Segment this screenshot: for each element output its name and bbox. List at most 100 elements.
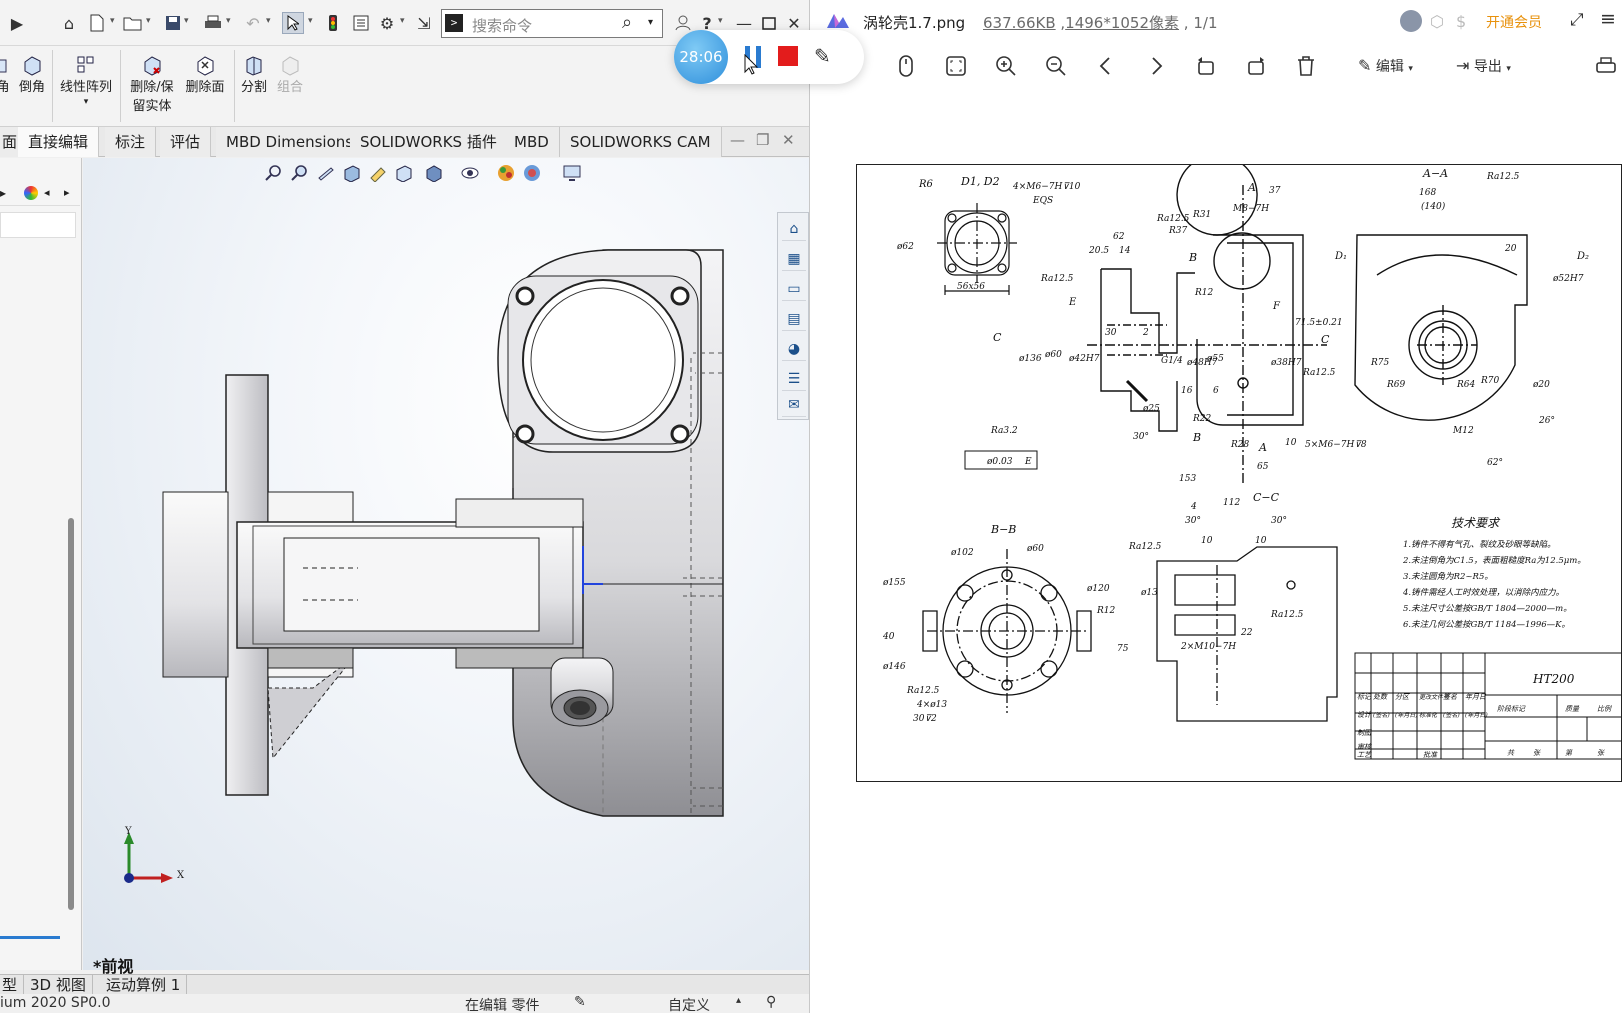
doc-restore-icon[interactable]: ❐ (756, 131, 769, 149)
rebuild-icon[interactable]: ✎ (574, 994, 586, 1010)
print-icon[interactable] (1594, 54, 1618, 78)
chevron-down-icon[interactable]: ▾ (146, 16, 151, 26)
chevron-down-icon[interactable]: ▾ (266, 16, 271, 26)
home-icon[interactable]: ⌂ (782, 217, 806, 241)
forum-icon[interactable]: ✉ (782, 393, 806, 417)
linear-pattern-icon (77, 56, 94, 73)
delete-face-button[interactable]: 删除面 (182, 54, 228, 97)
view-orientation-icon[interactable] (395, 164, 413, 183)
export-button[interactable]: ⇥ 导出 ▾ (1456, 56, 1511, 76)
tab-solidworks-addins[interactable]: SOLIDWORKS 插件 (350, 127, 508, 157)
tab-mbd[interactable]: MBD (504, 127, 560, 157)
chevron-up-icon[interactable]: ▴ (736, 995, 741, 1006)
doc-close-icon[interactable]: ✕ (782, 131, 795, 149)
combine-label: 组合 (276, 80, 303, 95)
tree-filter-box[interactable] (0, 212, 76, 238)
rotate-left-icon[interactable] (1194, 54, 1218, 78)
chevron-right-icon[interactable]: ▸ (0, 186, 6, 200)
chevron-down-icon[interactable]: ▾ (110, 16, 115, 26)
zoom-in-icon[interactable] (994, 54, 1018, 78)
graphics-viewport[interactable]: Y X (83, 158, 809, 970)
chevron-left-icon[interactable]: ◂ (44, 186, 50, 199)
chevron-down-icon[interactable]: ▾ (226, 16, 231, 26)
dim-62deg: 62° (1487, 458, 1503, 468)
gear-icon[interactable]: ⚙ (376, 12, 398, 34)
chevron-right-icon[interactable]: ▸ (64, 186, 70, 199)
coin-icon[interactable]: $ (1456, 12, 1466, 31)
traffic-light-icon[interactable] (322, 12, 344, 34)
previous-image-icon[interactable] (1094, 54, 1118, 78)
tab-model[interactable]: 型 (0, 975, 25, 995)
page-indicator: 1/1 (1193, 14, 1218, 32)
pane-scrollbar[interactable] (68, 518, 74, 910)
tab-annotation[interactable]: 标注 (105, 127, 157, 157)
custom-properties-icon[interactable]: ☰ (782, 367, 806, 391)
appearance-icon[interactable] (24, 186, 38, 200)
play-arrow-icon[interactable]: ▶ (6, 12, 28, 34)
apply-scene-icon[interactable] (523, 164, 541, 182)
menu-icon[interactable]: ≡ (1600, 8, 1616, 30)
save-icon[interactable] (162, 12, 184, 34)
tab-direct-editing[interactable]: 直接编辑 (18, 127, 100, 157)
dynamic-annotation-icon[interactable] (369, 164, 387, 183)
fullscreen-icon[interactable]: ⤢ (1570, 10, 1584, 30)
rotate-right-icon[interactable] (1244, 54, 1268, 78)
chevron-down-icon[interactable]: ▾ (56, 97, 116, 107)
appearances-icon[interactable]: ◕ (782, 337, 806, 361)
linear-pattern-button[interactable]: 线性阵列 ▾ (56, 54, 116, 107)
fit-screen-icon[interactable] (944, 54, 968, 78)
tab-evaluate[interactable]: 评估 (160, 127, 212, 157)
mouse-mode-icon[interactable] (894, 54, 918, 78)
doc-minimize-icon[interactable]: — (730, 131, 745, 149)
chevron-down-icon[interactable]: ▾ (718, 16, 723, 26)
delete-icon[interactable] (1294, 54, 1318, 78)
combine-button[interactable]: 组合 (274, 54, 306, 97)
options-icon[interactable]: ⇲ (413, 12, 435, 34)
chamfer-button[interactable]: 倒角 (16, 54, 48, 97)
delete-keep-body-button[interactable]: 删除/保 留实体 (124, 54, 180, 116)
chevron-down-icon[interactable]: ▾ (400, 16, 405, 26)
search-commands-input[interactable]: > 搜索命令 ⌕ ▾ (441, 9, 663, 38)
view-palette-icon[interactable]: ▤ (782, 307, 806, 331)
zoom-out-icon[interactable] (1044, 54, 1068, 78)
previous-view-icon[interactable] (317, 164, 335, 182)
notifications-icon[interactable]: ⚲ (766, 994, 776, 1010)
badge-icon[interactable]: ⬡ (1430, 12, 1444, 31)
home-icon[interactable]: ⌂ (58, 12, 80, 34)
undo-icon[interactable]: ↶ (242, 12, 264, 34)
command-tabs: 面 直接编辑 标注 评估 MBD Dimensions SOLIDWORKS 插… (0, 127, 809, 157)
file-properties-icon[interactable] (350, 12, 372, 34)
pen-annotation-icon[interactable]: ✎ (814, 44, 831, 68)
print-icon[interactable] (202, 12, 224, 34)
view-settings-icon[interactable] (563, 164, 581, 182)
section-view-icon[interactable] (343, 164, 361, 183)
search-icon[interactable]: ⌕ (622, 12, 632, 33)
display-style-icon[interactable] (425, 164, 443, 183)
zoom-to-fit-icon[interactable] (265, 164, 283, 182)
tab-motion-study[interactable]: 运动算例 1 (100, 975, 188, 995)
chevron-down-icon[interactable]: ▾ (308, 16, 313, 26)
hide-show-items-icon[interactable] (461, 164, 479, 182)
avatar[interactable] (1400, 10, 1422, 32)
open-vip-button[interactable]: 开通会员 (1486, 12, 1542, 32)
zoom-to-area-icon[interactable] (291, 164, 309, 182)
next-image-icon[interactable] (1144, 54, 1168, 78)
open-folder-icon[interactable] (122, 12, 144, 34)
chevron-down-icon[interactable]: ▾ (648, 17, 653, 28)
tab-mbd-dimensions[interactable]: MBD Dimensions (216, 127, 365, 157)
file-explorer-icon[interactable]: ▭ (782, 277, 806, 301)
stop-recording-button[interactable] (778, 46, 798, 66)
design-library-icon[interactable]: ▦ (782, 247, 806, 271)
select-cursor-icon[interactable] (282, 12, 304, 34)
engineering-drawing-image[interactable]: R6 D1, D2 4×M6−7H⊽10 EQS ø62 56x56 A 37 … (856, 164, 1622, 782)
fillet-button[interactable]: 角 (0, 54, 12, 97)
edit-appearance-icon[interactable] (497, 164, 515, 182)
new-document-icon[interactable] (86, 12, 108, 34)
edit-button[interactable]: ✎ 编辑 ▾ (1358, 56, 1413, 76)
chevron-down-icon[interactable]: ▾ (184, 16, 189, 26)
tab-3d-views[interactable]: 3D 视图 (24, 975, 93, 995)
split-button[interactable]: 分割 (238, 54, 270, 97)
status-units[interactable]: 自定义 (668, 995, 710, 1013)
tb-r2c5: (签名) (1443, 711, 1460, 719)
tab-solidworks-cam[interactable]: SOLIDWORKS CAM (560, 127, 722, 157)
